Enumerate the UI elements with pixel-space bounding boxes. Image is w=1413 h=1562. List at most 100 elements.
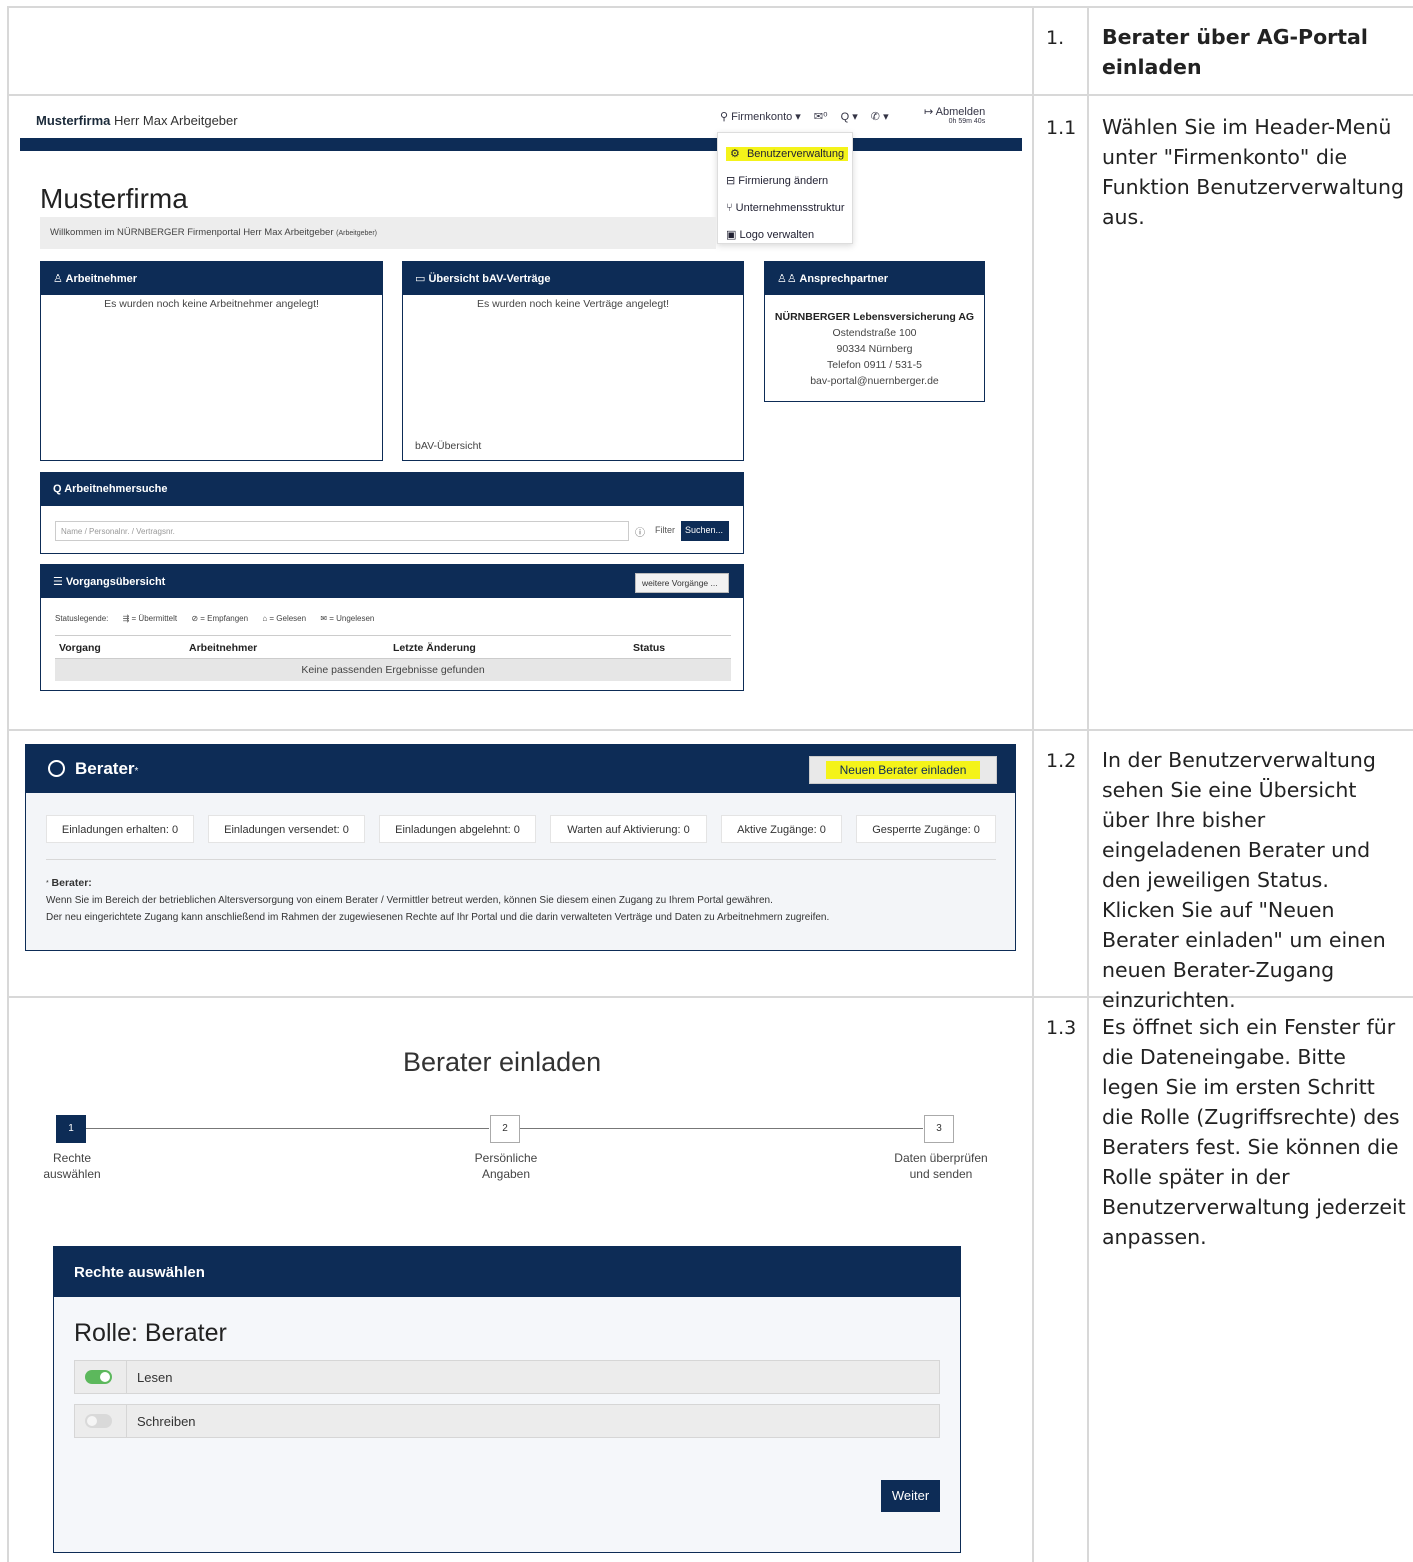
- berater-header: Berater* Neuen Berater einladen: [26, 745, 1015, 793]
- column-header[interactable]: Letzte Änderung: [393, 642, 476, 654]
- step-label-line: Persönliche: [474, 1151, 538, 1165]
- permission-label: Schreiben: [137, 1414, 196, 1429]
- card-text: Es wurden noch keine Arbeitnehmer angele…: [104, 298, 319, 310]
- table-header: Vorgang Arbeitnehmer Letzte Änderung Sta…: [55, 635, 731, 659]
- contact-info: NÜRNBERGER Lebensversicherung AG Ostends…: [765, 295, 984, 389]
- note-line: Wenn Sie im Bereich der betrieblichen Al…: [46, 895, 773, 906]
- stat-locked: Gesperrte Zugänge: 0: [856, 815, 996, 843]
- invite-berater-button[interactable]: Neuen Berater einladen: [809, 756, 997, 784]
- wizard-title: Berater einladen: [403, 1047, 602, 1077]
- step-title: Berater über AG-Portal einladen: [1102, 25, 1368, 79]
- toggle-cell: [75, 1405, 127, 1437]
- divider: [46, 859, 996, 860]
- wizard-step-label: Rechte auswählen: [20, 1150, 124, 1182]
- contact-email[interactable]: bav-portal@nuernberger.de: [810, 375, 939, 387]
- legend-read: ⌂ = Gelesen: [262, 614, 307, 623]
- read-toggle[interactable]: [85, 1370, 112, 1384]
- stat-sent: Einladungen versendet: 0: [208, 815, 365, 843]
- next-button[interactable]: Weiter: [881, 1480, 940, 1512]
- card-bav-vertraege: ▭ Übersicht bAV-Verträge Es wurden noch …: [402, 261, 744, 461]
- wizard-connector: [520, 1128, 923, 1129]
- permission-label: Lesen: [137, 1370, 173, 1385]
- row-divider: [7, 94, 1413, 96]
- contact-company: NÜRNBERGER Lebensversicherung AG: [774, 311, 975, 323]
- mail-icon[interactable]: ✉⁰: [814, 111, 828, 123]
- wizard-step-2[interactable]: 2: [490, 1115, 520, 1143]
- column-header[interactable]: Status: [633, 642, 665, 654]
- dashboard-screenshot: Musterfirma Herr Max Arbeitgeber ⚲ Firme…: [20, 100, 1022, 722]
- card-ansprechpartner: ♙♙ Ansprechpartner NÜRNBERGER Lebensvers…: [764, 261, 985, 402]
- column-header[interactable]: Arbeitnehmer: [189, 642, 257, 654]
- step-label-line: Angaben: [481, 1167, 531, 1181]
- card-vorgangsuebersicht: ☰ Vorgangsübersicht weitere Vorgänge ...…: [40, 564, 744, 691]
- filter-link[interactable]: Filter: [655, 525, 675, 535]
- search-menu[interactable]: Q ▾: [841, 111, 858, 123]
- menu-item-label: Benutzerverwaltung: [744, 147, 847, 161]
- menu-item-label: Unternehmensstruktur: [735, 202, 845, 214]
- card-arbeitnehmer: ♙ Arbeitnehmer Es wurden noch keine Arbe…: [40, 261, 383, 461]
- note-line: Der neu eingerichtete Zugang kann anschl…: [46, 912, 830, 923]
- invite-button-label: Neuen Berater einladen: [825, 761, 981, 779]
- berater-asterisk: *: [134, 766, 139, 777]
- toggle-knob: [87, 1416, 97, 1426]
- step-text: In der Benutzerverwaltung sehen Sie eine…: [1102, 748, 1386, 1012]
- column-divider: [1032, 6, 1034, 1562]
- contact-city: 90334 Nürnberg: [836, 343, 913, 355]
- rights-panel: Rechte auswählen Rolle: Berater Lesen Sc…: [53, 1246, 961, 1553]
- column-header[interactable]: Vorgang: [59, 642, 101, 654]
- search-button[interactable]: Suchen...: [681, 521, 729, 541]
- step-label-line: Rechte: [52, 1151, 92, 1165]
- menu-item-label: Logo verwalten: [739, 229, 815, 241]
- legend-label: Statuslegende:: [55, 614, 109, 623]
- menu-item-benutzerverwaltung[interactable]: ⚙ Benutzerverwaltung: [718, 141, 852, 168]
- card-title: ♙ Arbeitnehmer: [41, 262, 382, 295]
- menu-item-firmierung[interactable]: ⊟ Firmierung ändern: [718, 168, 852, 195]
- status-legend: Statuslegende: ⇶ = Übermittelt ⊘ = Empfa…: [55, 614, 386, 623]
- header-bar: [20, 138, 1022, 151]
- wizard-connector: [86, 1128, 489, 1129]
- stat-active: Aktive Zugänge: 0: [721, 815, 842, 843]
- search-row: Name / Personalnr. / Vertragsnr. ⓘ Filte…: [55, 521, 731, 541]
- menu-item-struktur[interactable]: ⑂ Unternehmensstruktur: [718, 195, 852, 222]
- stat-declined: Einladungen abgelehnt: 0: [379, 815, 536, 843]
- stat-received: Einladungen erhalten: 0: [46, 815, 194, 843]
- contact-street: Ostendstraße 100: [832, 327, 917, 339]
- column-divider: [1087, 6, 1089, 1562]
- contact-phone: Telefon 0911 / 531-5: [827, 359, 922, 371]
- legend-transmitted: ⇶ = Übermittelt: [122, 614, 178, 623]
- write-toggle[interactable]: [85, 1414, 112, 1428]
- hierarchy-icon: ⑂: [726, 202, 733, 214]
- firmenkonto-dropdown: ⚙ Benutzerverwaltung ⊟ Firmierung ändern…: [717, 132, 853, 244]
- brand: Musterfirma Herr Max Arbeitgeber: [36, 113, 238, 128]
- firmenkonto-menu[interactable]: ⚲ Firmenkonto ▾: [720, 111, 801, 123]
- card-title: ▭ Übersicht bAV-Verträge: [403, 262, 743, 295]
- table-border-left: [7, 6, 9, 1562]
- invitation-stats: Einladungen erhalten: 0 Einladungen vers…: [46, 815, 996, 843]
- phone-menu[interactable]: ✆ ▾: [871, 111, 889, 123]
- empty-message: Keine passenden Ergebnisse gefunden: [55, 659, 731, 681]
- logout-link[interactable]: ↦ Abmelden 0h 59m 40s: [924, 107, 985, 127]
- step-label-line: Daten überprüfen: [894, 1151, 988, 1165]
- step-number: 1.1: [1046, 117, 1077, 139]
- info-icon[interactable]: ⓘ: [635, 524, 645, 539]
- search-input[interactable]: Name / Personalnr. / Vertragsnr.: [55, 521, 629, 541]
- stat-waiting: Warten auf Aktivierung: 0: [550, 815, 707, 843]
- bav-overview-link[interactable]: bAV-Übersicht: [415, 440, 481, 452]
- card-title: Q Arbeitnehmersuche: [41, 473, 743, 506]
- menu-item-label: Firmierung ändern: [738, 175, 829, 187]
- wizard-step-label: Persönliche Angaben: [450, 1150, 562, 1182]
- row-divider: [7, 729, 1413, 731]
- role-title: Rolle: Berater: [74, 1319, 227, 1347]
- menu-item-logo[interactable]: ▣ Logo verwalten: [718, 222, 852, 249]
- legend-unread: ✉ = Ungelesen: [320, 614, 375, 623]
- note-label: Berater:: [51, 877, 92, 889]
- berater-title: Berater*: [48, 759, 138, 779]
- user-circle-icon: [48, 760, 65, 777]
- card-text: Es wurden noch keine Verträge angelegt!: [476, 298, 670, 310]
- wizard-step-1[interactable]: 1: [56, 1115, 86, 1143]
- wizard-step-3[interactable]: 3: [924, 1115, 954, 1143]
- brand-user: Herr Max Arbeitgeber: [114, 113, 238, 128]
- more-processes-button[interactable]: weitere Vorgänge ...: [635, 573, 729, 593]
- berater-note: * Berater: Wenn Sie im Bereich der betri…: [46, 875, 996, 926]
- edit-icon: ⊟: [726, 175, 736, 187]
